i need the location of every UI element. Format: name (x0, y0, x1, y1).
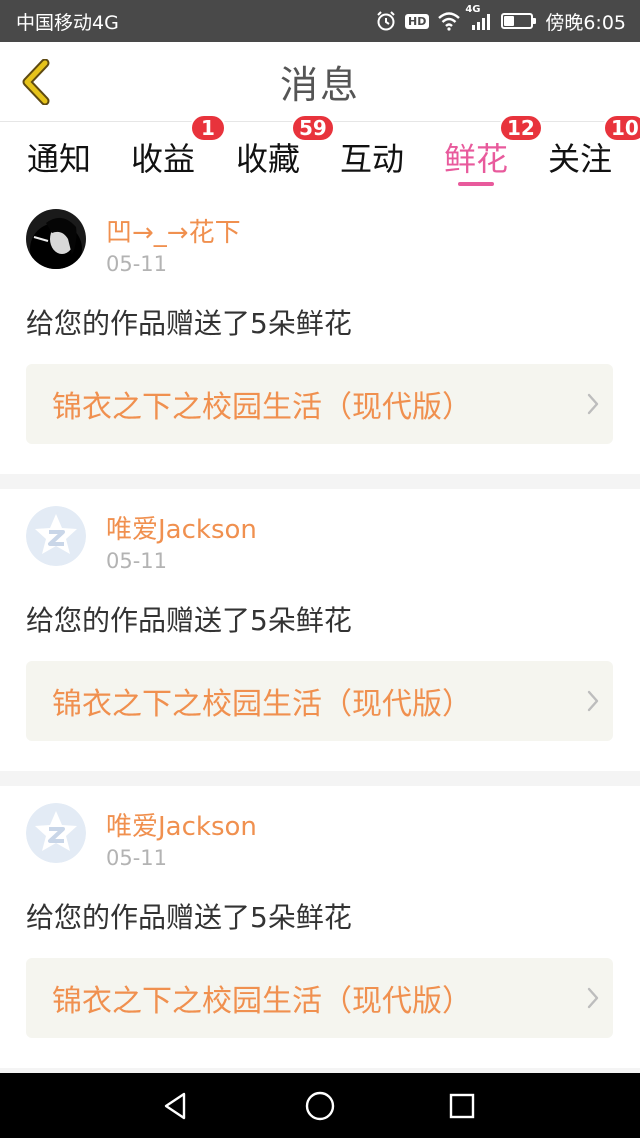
work-title: 锦衣之下之校园生活（现代版） (52, 687, 472, 722)
work-link[interactable]: 锦衣之下之校园生活（现代版） (26, 661, 613, 741)
tab-label: 鲜花 (443, 140, 508, 178)
message-date: 05-11 (106, 549, 168, 573)
tab-earnings[interactable]: 收益 1 (128, 114, 226, 192)
tab-label: 收藏 (235, 140, 300, 178)
unread-badge: 59 (291, 114, 335, 142)
chevron-left-icon (22, 59, 50, 105)
message-date: 05-11 (106, 846, 168, 870)
message-card: 凹→_→花下 05-11 给您的作品赠送了5朵鲜花 锦衣之下之校园生活（现代版） (0, 192, 640, 474)
carrier-label: 中国移动4G (16, 11, 119, 34)
chevron-right-icon (573, 392, 613, 416)
unread-badge: 12 (499, 114, 543, 142)
unread-badge: 10 (603, 114, 640, 142)
tab-following[interactable]: 关注 10 (545, 114, 640, 192)
default-star-avatar[interactable] (26, 803, 86, 863)
message-text: 给您的作品赠送了5朵鲜花 (26, 901, 352, 934)
tab-notifications[interactable]: 通知 (24, 122, 94, 192)
tab-favorites[interactable]: 收藏 59 (233, 114, 335, 192)
chevron-right-icon (573, 986, 613, 1010)
clock-label: 傍晚6:05 (545, 11, 626, 34)
default-star-avatar[interactable] (26, 506, 86, 566)
message-text: 给您的作品赠送了5朵鲜花 (26, 307, 352, 340)
status-bar: 中国移动4G HD 4G 傍晚6:05 (0, 0, 640, 42)
wifi-icon (437, 11, 461, 31)
message-card: 唯爱Jackson 05-11 给您的作品赠送了5朵鲜花 锦衣之下之校园生活（现… (0, 786, 640, 1068)
tab-label: 收益 (130, 140, 195, 178)
tab-label: 关注 (547, 140, 612, 178)
battery-icon (501, 13, 537, 29)
active-tab-indicator (458, 182, 494, 186)
message-card: 唯爱Jackson 05-11 给您的作品赠送了5朵鲜花 锦衣之下之校园生活（现… (0, 489, 640, 771)
back-button[interactable] (14, 56, 58, 108)
tab-flowers[interactable]: 鲜花 12 (441, 114, 543, 192)
photo-avatar[interactable] (26, 209, 86, 269)
signal-icon: 4G (465, 4, 493, 31)
home-circle-icon[interactable] (299, 1085, 341, 1127)
tab-label: 通知 (26, 140, 91, 178)
unread-badge: 1 (190, 114, 226, 142)
work-title: 锦衣之下之校园生活（现代版） (52, 984, 472, 1019)
page-title: 消息 (279, 63, 360, 107)
header: 消息 (0, 42, 640, 122)
sender-name[interactable]: 唯爱Jackson (106, 806, 257, 843)
tab-interactions[interactable]: 互动 (337, 122, 407, 192)
tab-bar: 通知 收益 1 收藏 59 互动 鲜花 12 关注 10 (0, 114, 640, 192)
hd-icon: HD (404, 13, 430, 29)
work-title: 锦衣之下之校园生活（现代版） (52, 390, 472, 425)
work-link[interactable]: 锦衣之下之校园生活（现代版） (26, 364, 613, 444)
chevron-right-icon (573, 689, 613, 713)
alarm-icon (375, 10, 397, 32)
status-icons: HD 4G 傍晚6:05 (375, 4, 626, 35)
message-text: 给您的作品赠送了5朵鲜花 (26, 604, 352, 637)
back-triangle-icon[interactable] (155, 1085, 197, 1127)
tab-label: 互动 (339, 140, 404, 178)
system-nav-bar (0, 1073, 640, 1138)
battery-fill (504, 16, 515, 26)
network-type-label: 4G (465, 4, 481, 15)
recents-square-icon[interactable] (441, 1085, 483, 1127)
sender-name[interactable]: 凹→_→花下 (106, 212, 241, 249)
sender-name[interactable]: 唯爱Jackson (106, 509, 257, 546)
work-link[interactable]: 锦衣之下之校园生活（现代版） (26, 958, 613, 1038)
message-date: 05-11 (106, 252, 168, 276)
